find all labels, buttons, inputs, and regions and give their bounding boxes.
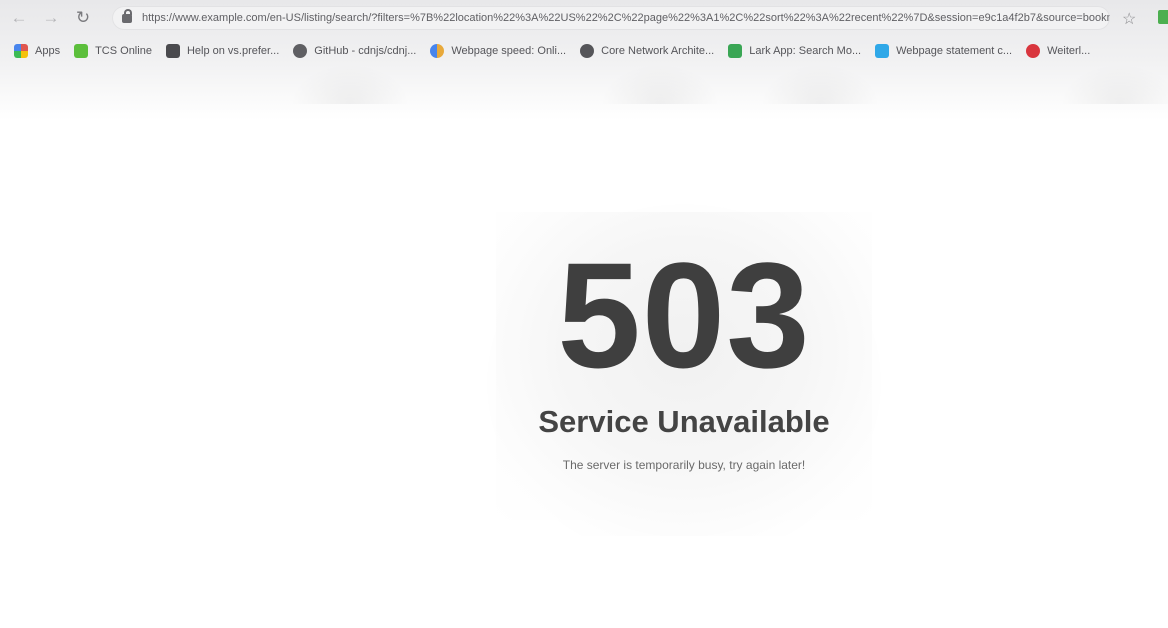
favicon-icon xyxy=(728,44,743,58)
favicon-icon xyxy=(74,44,89,58)
bookmark-item[interactable]: Lark App: Search Mo... xyxy=(728,44,861,58)
favicon-icon xyxy=(165,44,180,58)
github-icon xyxy=(293,44,308,58)
bookmark-item[interactable]: Webpage statement c... xyxy=(875,44,1012,58)
bookmark-item[interactable]: TCS Online xyxy=(74,44,152,58)
address-bar[interactable]: https://www.example.com/en-US/listing/se… xyxy=(112,6,1110,30)
error-message: The server is temporarily busy, try agai… xyxy=(562,458,806,472)
divider xyxy=(290,64,410,104)
error-code: 503 xyxy=(557,231,811,399)
bookmark-label: Apps xyxy=(35,45,61,57)
bookmark-label: Lark App: Search Mo... xyxy=(749,45,862,57)
browser-chrome: ← → ↻ https://www.example.com/en-US/list… xyxy=(0,0,1168,120)
bookmark-label: GitHub - cdnjs/cdnj... xyxy=(314,45,417,57)
lock-icon xyxy=(122,8,132,23)
bookmark-item[interactable]: Weiterl... xyxy=(1026,44,1090,58)
reload-icon[interactable]: ↻ xyxy=(70,5,96,31)
divider xyxy=(1060,64,1168,104)
favicon-icon xyxy=(1026,44,1041,58)
bookmark-item[interactable]: Help on vs.prefer... xyxy=(165,44,280,58)
back-arrow-icon[interactable]: ← xyxy=(6,5,32,31)
divider xyxy=(760,64,880,104)
apps-grid-icon xyxy=(14,44,28,58)
bookmark-label: Help on vs.prefer... xyxy=(186,45,280,57)
bookmark-label: Weiterl... xyxy=(1047,45,1091,57)
bookmarks-bar: Apps TCS Online Help on vs.prefer... Git… xyxy=(0,38,1168,64)
bookmark-item[interactable]: GitHub - cdnjs/cdnj... xyxy=(293,44,416,58)
bookmark-label: Core Network Archite... xyxy=(601,45,715,57)
bookmark-item[interactable]: Apps xyxy=(14,44,60,58)
favicon-icon xyxy=(875,44,890,58)
github-icon xyxy=(580,44,595,58)
forward-arrow-icon[interactable]: → xyxy=(38,5,64,31)
divider xyxy=(600,64,720,104)
bookmark-label: TCS Online xyxy=(95,45,152,57)
extension-icon[interactable] xyxy=(1158,10,1168,24)
bookmark-item[interactable]: Core Network Archite... xyxy=(580,44,714,58)
error-title: Service Unavailable xyxy=(538,404,830,439)
bookmark-label: Webpage speed: Onli... xyxy=(451,45,567,57)
bookmark-item[interactable]: Webpage speed: Onli... xyxy=(430,44,566,58)
url-text[interactable]: https://www.example.com/en-US/listing/se… xyxy=(142,12,1110,24)
favicon-icon xyxy=(430,44,445,58)
bookmark-star-icon[interactable]: ☆ xyxy=(1122,9,1136,29)
bookmark-label: Webpage statement c... xyxy=(896,45,1013,57)
